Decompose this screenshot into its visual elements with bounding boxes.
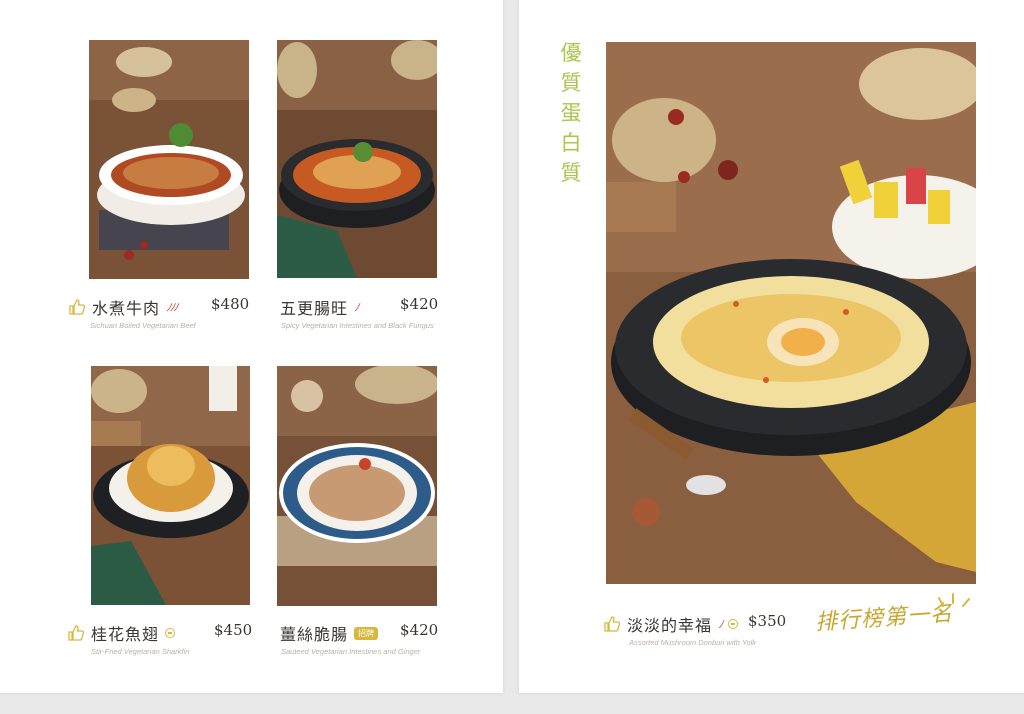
ranking-slogan: 排行榜第一名: [814, 601, 954, 636]
dish-price: $420: [400, 621, 439, 639]
dish-price: $450: [214, 621, 253, 639]
vegetarian-icon: [165, 628, 176, 638]
sparkle-icon: [938, 593, 970, 607]
dish-title-intestines-fungus: 五更腸旺 ﾉ: [280, 295, 359, 319]
dish-title-mushroom-donburi: 淡淡的幸福 ﾉ: [603, 612, 738, 636]
dish-name: 五更腸旺: [280, 299, 349, 318]
thumbs-up-icon: [69, 299, 86, 315]
dish-name: 淡淡的幸福: [627, 616, 713, 635]
dish-subtitle: Assorted Mushroom Donburi with Yolk: [629, 638, 757, 647]
dish-subtitle: Sauteed Vegetarian Intestines and Ginger: [281, 647, 421, 656]
dish-subtitle: Stir-Fried Vegetarian Sharkfin: [91, 647, 190, 656]
menu-page-right: 優質蛋白質 淡淡的幸福 ﾉ $350 Assorted Mushroom Don…: [519, 0, 1024, 693]
chili-icon: ﾉﾉﾉ: [166, 301, 178, 314]
dish-subtitle: Spicy Vegetarian Intestines and Black Fu…: [281, 321, 434, 330]
dish-name: 水煮牛肉: [92, 299, 161, 318]
dish-price: $350: [748, 612, 787, 630]
dish-title-ginger-intestines: 薑絲脆腸 招牌: [280, 621, 379, 645]
dish-photo-mushroom-donburi[interactable]: [606, 42, 976, 584]
chili-icon: ﾉ: [354, 301, 359, 314]
dish-photo-intestines-fungus[interactable]: [277, 40, 437, 278]
dish-price: $420: [400, 295, 439, 313]
menu-page-left: 水煮牛肉 ﾉﾉﾉ $480 Sichuan Boiled Vegetarian …: [0, 0, 503, 693]
dish-photo-ginger-intestines[interactable]: [277, 366, 437, 606]
dish-title-sharkfin: 桂花魚翅: [67, 621, 176, 645]
thumbs-up-icon: [68, 625, 85, 641]
dish-photo-boiled-beef[interactable]: [89, 40, 249, 279]
signature-badge: 招牌: [354, 626, 379, 640]
dish-name: 薑絲脆腸: [280, 625, 349, 644]
chili-icon: ﾉ: [718, 618, 723, 631]
dish-price: $480: [211, 295, 250, 313]
vegetarian-icon: [727, 619, 738, 629]
dish-name: 桂花魚翅: [91, 625, 160, 644]
section-title: 優質蛋白質: [560, 41, 582, 185]
thumbs-up-icon: [604, 616, 621, 632]
dish-photo-sharkfin[interactable]: [91, 366, 250, 605]
dish-title-boiled-beef: 水煮牛肉 ﾉﾉﾉ: [68, 295, 178, 319]
dish-subtitle: Sichuan Boiled Vegetarian Beef: [90, 321, 196, 330]
